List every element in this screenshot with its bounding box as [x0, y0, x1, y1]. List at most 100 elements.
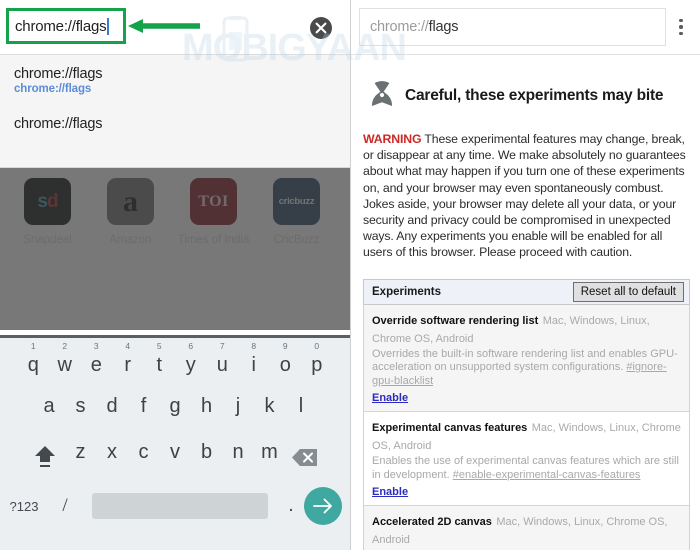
go-enter-key[interactable] [304, 487, 342, 525]
key-number: 6 [188, 341, 194, 351]
key-letter: z [75, 441, 86, 463]
key-letter: m [261, 441, 278, 463]
key-x[interactable]: x [96, 434, 128, 480]
slash-key[interactable]: / [48, 495, 82, 517]
key-letter: e [90, 354, 102, 376]
key-e[interactable]: 3e [81, 341, 113, 388]
omnibox-suggestions-list: chrome://flags chrome://flags chrome://f… [0, 55, 350, 167]
experiments-list: Override software rendering list Mac, Wi… [363, 304, 690, 550]
right-address-bar[interactable]: chrome://flags [359, 8, 666, 46]
key-letter: v [170, 441, 180, 463]
suggestion-secondary-url: chrome://flags [14, 83, 92, 95]
key-letter: x [107, 441, 117, 463]
key-h[interactable]: h [191, 388, 223, 434]
url-scheme: chrome:// [370, 19, 429, 35]
key-letter: f [140, 395, 147, 417]
key-letter: p [311, 354, 323, 376]
key-letter: h [200, 395, 213, 417]
key-k[interactable]: k [254, 388, 286, 434]
key-r[interactable]: 4r [112, 341, 144, 388]
keyboard-row-bottom: ?123 / . [0, 480, 350, 532]
key-letter: y [185, 354, 196, 376]
key-letter: s [75, 395, 86, 417]
experiment-row: Override software rendering list Mac, Wi… [364, 304, 689, 413]
key-b[interactable]: b [191, 434, 223, 480]
key-number: 3 [93, 341, 99, 351]
key-letter: j [235, 395, 241, 417]
key-q[interactable]: 1q [18, 341, 50, 388]
backspace-key[interactable] [285, 434, 325, 480]
key-letter: n [232, 441, 244, 463]
key-v[interactable]: v [159, 434, 191, 480]
symbols-key[interactable]: ?123 [0, 499, 48, 514]
dimming-overlay [0, 168, 350, 330]
warning-label: WARNING [363, 132, 422, 146]
three-dot-menu-icon[interactable] [666, 18, 696, 36]
key-o[interactable]: 9o [270, 341, 302, 388]
experiment-name: Override software rendering list [372, 314, 539, 327]
experiments-header-bar: Experiments Reset all to default [363, 278, 690, 305]
key-letter: g [169, 395, 181, 417]
left-omnibox-bar: chrome://flags [0, 0, 350, 55]
key-number: 8 [251, 341, 257, 351]
key-letter: c [138, 441, 149, 463]
url-host: flags [428, 19, 459, 35]
warning-body-text: These experimental features may change, … [363, 132, 686, 260]
reset-all-to-default-button[interactable]: Reset all to default [572, 281, 684, 302]
experiment-name: Accelerated 2D canvas [372, 516, 492, 529]
shift-up-arrow-icon [34, 446, 55, 467]
experiment-enable-link[interactable]: Enable [372, 392, 408, 404]
experiments-heading: Experiments [372, 285, 442, 298]
key-letter: a [43, 395, 55, 417]
key-letter: o [279, 354, 291, 376]
key-n[interactable]: n [222, 434, 254, 480]
key-number: 7 [219, 341, 225, 351]
key-letter: w [57, 354, 72, 376]
key-w[interactable]: 2w [49, 341, 81, 388]
address-bar-input-highlighted[interactable]: chrome://flags [6, 8, 126, 44]
key-j[interactable]: j [222, 388, 254, 434]
key-t[interactable]: 5t [144, 341, 176, 388]
go-arrow-icon [313, 498, 332, 514]
key-letter: b [200, 441, 213, 463]
key-letter: k [264, 395, 275, 417]
warning-paragraph: WARNING These experimental features may … [351, 125, 700, 275]
key-a[interactable]: a [33, 388, 65, 434]
key-i[interactable]: 8i [238, 341, 270, 388]
key-l[interactable]: l [285, 388, 317, 434]
key-y[interactable]: 6y [175, 341, 207, 388]
key-u[interactable]: 7u [207, 341, 239, 388]
right-omnibox-bar: chrome://flags [351, 0, 700, 55]
key-s[interactable]: s [65, 388, 97, 434]
key-c[interactable]: c [128, 434, 160, 480]
key-letter: l [298, 395, 304, 417]
key-number: 0 [314, 341, 320, 351]
key-m[interactable]: m [254, 434, 286, 480]
screenshot-root: chrome://flags chrome://flags chrome://f… [0, 0, 700, 550]
key-letter: q [27, 354, 39, 376]
keyboard-row-asdf: a s d f g h j k l [0, 388, 350, 434]
page-title: Careful, these experiments may bite [405, 87, 664, 104]
key-p[interactable]: 0p [301, 341, 333, 388]
suggestion-item[interactable]: chrome://flags [0, 99, 350, 136]
key-number: 5 [156, 341, 162, 351]
key-letter: r [124, 354, 132, 376]
suggestion-item[interactable]: chrome://flags chrome://flags [0, 61, 350, 99]
key-g[interactable]: g [159, 388, 191, 434]
suggestion-primary-text: chrome://flags [14, 66, 103, 82]
left-phone-screen: chrome://flags chrome://flags chrome://f… [0, 0, 350, 550]
key-z[interactable]: z [65, 434, 97, 480]
experiment-enable-link[interactable]: Enable [372, 486, 408, 498]
experiment-hash-link[interactable]: #enable-experimental-canvas-features [453, 469, 641, 481]
key-number: 9 [282, 341, 288, 351]
period-key[interactable]: . [278, 495, 304, 517]
address-bar-value: chrome://flags [15, 17, 107, 35]
space-key[interactable] [92, 493, 268, 519]
key-number: 1 [30, 341, 36, 351]
key-f[interactable]: f [128, 388, 160, 434]
right-phone-screen: chrome://flags Careful, these experiment… [350, 0, 700, 550]
key-number: 4 [125, 341, 131, 351]
clear-address-button[interactable] [310, 17, 332, 39]
key-d[interactable]: d [96, 388, 128, 434]
shift-key[interactable] [25, 434, 65, 480]
